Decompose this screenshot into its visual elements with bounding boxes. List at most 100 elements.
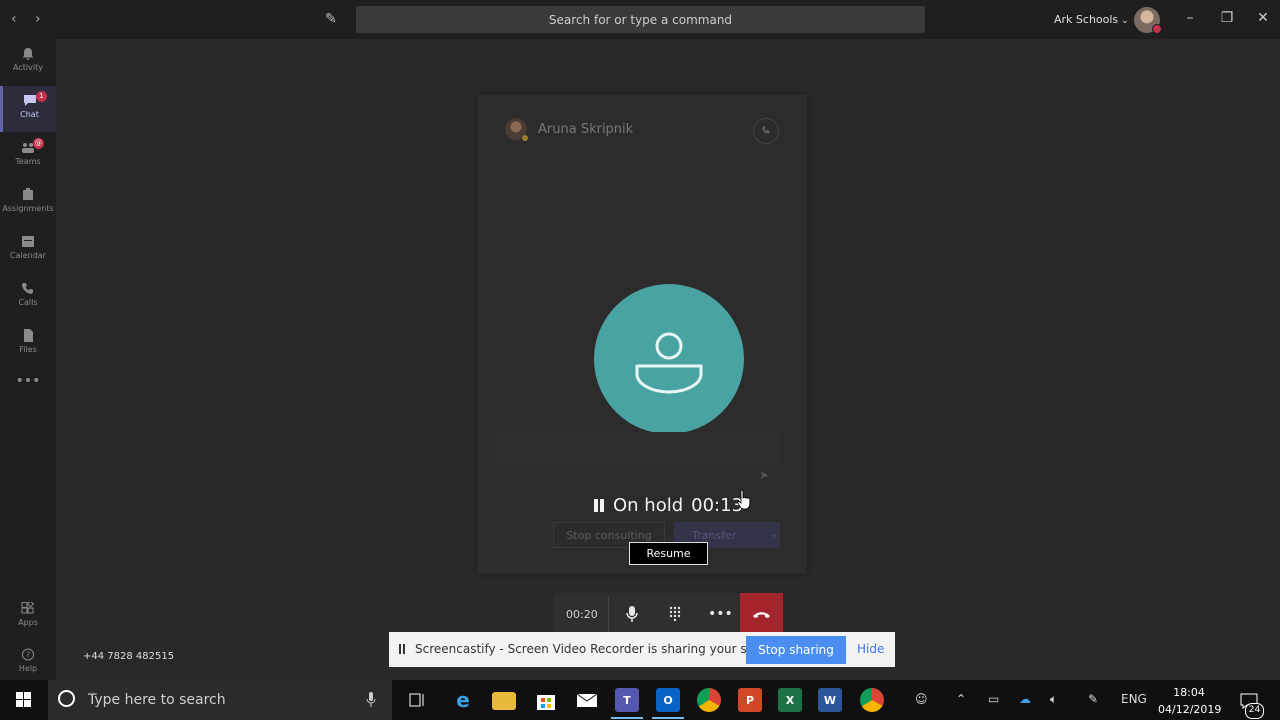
rail-item-calls[interactable]: Calls (0, 274, 56, 320)
language-indicator[interactable]: ENG (1121, 692, 1147, 706)
hide-button[interactable]: Hide (857, 642, 884, 656)
stop-consulting-label: Stop consulting (566, 528, 652, 542)
profile-avatar[interactable] (1134, 7, 1162, 34)
powerpoint-glyph: P (745, 693, 755, 707)
rail-item-apps[interactable]: Apps (0, 594, 56, 640)
rail-item-files[interactable]: Files (0, 321, 56, 367)
rail-item-teams[interactable]: Teams @ (0, 133, 56, 179)
rail-item-chat[interactable]: Chat 1 (0, 86, 56, 132)
rail-item-assignments[interactable]: Assignments (0, 180, 56, 226)
task-view-icon[interactable] (405, 688, 429, 712)
edge-icon[interactable]: e (451, 688, 475, 712)
call-timer: 00:20 (566, 608, 598, 621)
file-icon (24, 329, 33, 342)
rail-label: Teams (15, 157, 41, 166)
panel-call-button[interactable] (753, 118, 779, 144)
excel-icon[interactable]: X (778, 688, 802, 712)
send-icon[interactable]: ➤ (759, 468, 769, 482)
microphone-icon (626, 606, 638, 622)
taskbar-clock[interactable]: 18:04 04/12/2019 (1158, 684, 1222, 718)
taskbar-search-placeholder: Type here to search (88, 692, 226, 708)
chevron-up-icon[interactable]: ⌃ (956, 692, 966, 706)
volume-icon[interactable]: 🔈︎ (1050, 692, 1057, 707)
edge-glyph: e (456, 688, 470, 712)
minimize-icon[interactable]: – (1180, 10, 1200, 26)
rail-label: Help (18, 664, 38, 673)
pause-icon (399, 644, 405, 654)
rail-label: Files (19, 345, 37, 354)
restore-icon[interactable]: ❐ (1217, 10, 1237, 26)
pen-icon[interactable]: ✎ (1088, 692, 1098, 706)
dialpad-button[interactable] (665, 604, 685, 624)
phone-icon (762, 126, 770, 134)
command-search-box[interactable]: Search for or type a command (356, 6, 925, 33)
resume-button[interactable]: Resume (629, 542, 708, 565)
active-app-indicator (611, 717, 643, 719)
stop-sharing-button[interactable]: Stop sharing (746, 636, 846, 664)
windows-start-icon[interactable] (16, 692, 32, 708)
notification-count: 24 (1245, 703, 1264, 719)
store-glyph (537, 695, 555, 710)
mail-icon[interactable] (575, 688, 599, 712)
back-arrow-icon[interactable]: ‹ (11, 11, 17, 27)
more-options-icon[interactable]: ••• (708, 604, 733, 624)
word-icon[interactable]: W (818, 688, 842, 712)
chat-compose-box[interactable] (495, 432, 780, 465)
hold-timer: 00:13 (691, 495, 744, 516)
assignments-icon (23, 188, 33, 200)
clock-date: 04/12/2019 (1158, 703, 1222, 716)
hang-up-button[interactable] (740, 593, 783, 635)
teams-badge: @ (33, 138, 44, 149)
chrome-icon[interactable] (860, 688, 884, 712)
rail-label: Calls (18, 298, 38, 307)
transfer-label: Transfer (692, 528, 737, 542)
hang-up-icon (753, 612, 770, 618)
resume-label: Resume (646, 547, 691, 560)
rail-label: Apps (18, 618, 38, 627)
teams-app-icon[interactable]: T (615, 688, 639, 712)
powerpoint-icon[interactable]: P (738, 688, 762, 712)
mail-glyph (576, 693, 598, 707)
caller-name: Aruna Skripnik (538, 122, 634, 137)
org-switcher[interactable]: Ark Schools ⌄ (1054, 13, 1129, 26)
rail-label: Activity (13, 63, 43, 72)
hold-label: On hold (613, 495, 684, 516)
app-rail: Activity Chat 1 Teams @ Assignments Cale… (0, 39, 56, 680)
stop-sharing-label: Stop sharing (758, 643, 834, 657)
forward-arrow-icon[interactable]: › (35, 11, 41, 27)
microphone-button[interactable] (622, 604, 642, 624)
chat-icon (23, 95, 36, 106)
title-bar: ‹ › ✎ Search for or type a command Ark S… (0, 0, 1280, 39)
rail-item-activity[interactable]: Activity (0, 39, 56, 85)
hold-status: On hold 00:13 (593, 495, 743, 516)
task-view-glyph (409, 693, 424, 707)
presence-dot (522, 135, 528, 141)
presence-dot (1152, 24, 1162, 34)
compose-icon[interactable]: ✎ (325, 11, 337, 27)
outlook-glyph: O (663, 693, 673, 707)
chevron-down-icon: ⌄ (1121, 16, 1129, 26)
chrome-icon[interactable] (697, 688, 721, 712)
people-icon[interactable]: ☺ (915, 692, 928, 706)
rail-label: Chat (20, 110, 39, 119)
file-explorer-icon[interactable] (492, 692, 516, 710)
outlook-icon[interactable]: O (656, 688, 680, 712)
active-app-indicator (652, 717, 684, 719)
sharing-message: Screencastify - Screen Video Recorder is… (415, 642, 785, 656)
org-name: Ark Schools (1054, 13, 1119, 26)
onedrive-icon[interactable]: ☁ (1019, 692, 1031, 706)
phone-number: +44 7828 482515 (83, 651, 175, 662)
chat-badge: 1 (36, 91, 47, 102)
person-icon (635, 332, 703, 394)
close-icon[interactable]: ✕ (1253, 10, 1273, 26)
chevron-down-icon[interactable]: ⌄ (770, 530, 778, 540)
rail-item-calendar[interactable]: Calendar (0, 227, 56, 273)
cortana-icon[interactable] (58, 690, 75, 707)
phone-icon (22, 283, 33, 294)
bell-icon (22, 48, 34, 60)
microphone-icon[interactable] (366, 692, 376, 708)
store-icon[interactable] (534, 688, 558, 712)
battery-icon[interactable]: ▭ (988, 692, 999, 706)
more-apps-icon[interactable]: ••• (0, 369, 56, 415)
apps-icon (21, 602, 35, 614)
